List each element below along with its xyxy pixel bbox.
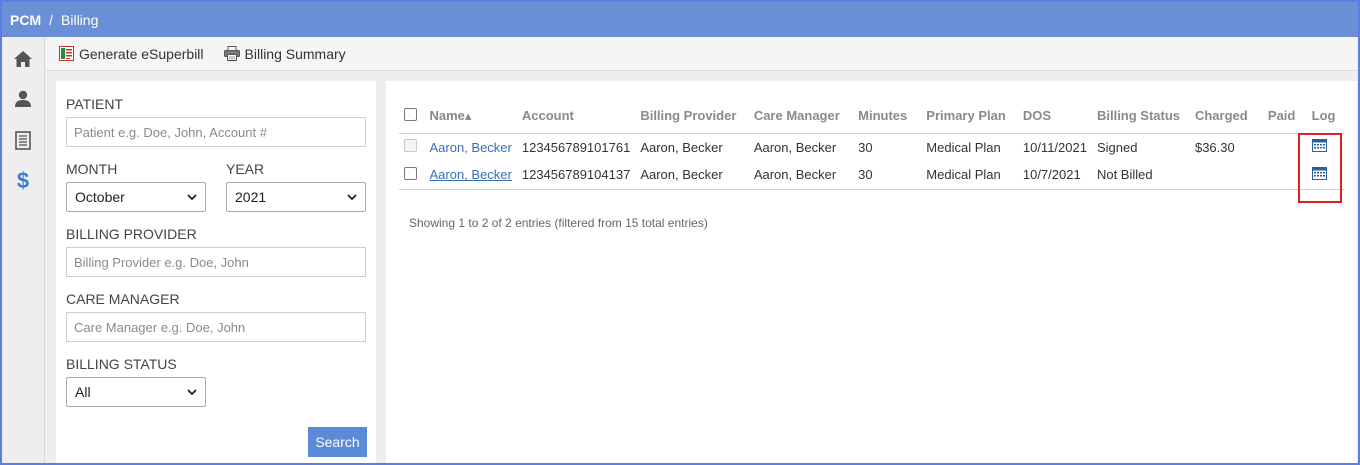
column-header-charged[interactable]: Charged <box>1189 99 1263 134</box>
account-cell: 123456789101761 <box>521 139 631 155</box>
year-label: YEAR <box>226 161 265 177</box>
primary-plan-cell: Medical Plan <box>926 139 1001 155</box>
column-header-dos[interactable]: DOS <box>1017 99 1092 134</box>
top-bar: PCM / Billing <box>2 2 1358 37</box>
charged-cell <box>1189 161 1263 190</box>
chevron-down-icon <box>187 388 197 395</box>
sidebar-item-patients[interactable] <box>10 86 36 112</box>
row-checkbox[interactable] <box>404 166 417 180</box>
minutes-cell: 30 <box>858 139 873 155</box>
care-manager-label: CARE MANAGER <box>66 291 180 307</box>
charged-cell: $36.30 <box>1194 139 1235 155</box>
month-label: MONTH <box>66 161 118 177</box>
column-header-name[interactable]: Name▴ <box>424 99 517 134</box>
care-manager-cell: Aaron, Becker <box>748 161 854 190</box>
sidebar-item-home[interactable] <box>10 46 36 72</box>
search-button[interactable]: Search <box>308 427 367 457</box>
billing-status-cell: Not Billed <box>1091 161 1190 190</box>
column-header-account[interactable]: Account <box>516 99 636 134</box>
generate-esuperbill-label: Generate eSuperbill <box>79 45 204 62</box>
table-row: Aaron, Becker 123456789104137 Aaron, Bec… <box>399 161 1344 190</box>
filter-panel: PATIENT MONTH October YEAR 2021 BILLING … <box>56 81 376 463</box>
column-header-log: Log <box>1306 99 1344 134</box>
column-header-paid[interactable]: Paid <box>1262 99 1307 134</box>
breadcrumb-billing[interactable]: Billing <box>61 12 98 28</box>
billing-status-value: All <box>75 384 91 400</box>
sidebar: $ <box>2 37 45 463</box>
printer-icon <box>223 46 240 61</box>
row-select-cell <box>399 161 425 190</box>
column-header-billing-provider[interactable]: Billing Provider <box>635 99 749 134</box>
app-window: PCM / Billing $ Generate eSuperbill Bill… <box>0 0 1360 465</box>
chevron-down-icon <box>187 193 197 200</box>
toolbar: Generate eSuperbill Billing Summary <box>46 37 1358 71</box>
esuperbill-icon <box>59 46 74 61</box>
user-icon <box>15 90 31 107</box>
billing-provider-input[interactable] <box>66 247 366 277</box>
billing-summary-label: Billing Summary <box>244 45 346 62</box>
billing-summary-button[interactable]: Billing Summary <box>223 45 346 62</box>
table-row: Aaron, Becker 123456789101761 Aaron, Bec… <box>399 133 1344 161</box>
patient-name-link[interactable]: Aaron, Becker <box>429 140 511 155</box>
table-info: Showing 1 to 2 of 2 entries (filtered fr… <box>409 216 708 230</box>
column-header-billing-status[interactable]: Billing Status <box>1091 99 1190 134</box>
column-header-primary-plan[interactable]: Primary Plan <box>921 99 1018 134</box>
row-select-cell <box>399 133 424 161</box>
generate-esuperbill-button[interactable]: Generate eSuperbill <box>59 46 204 62</box>
billing-status-cell: Signed <box>1096 139 1138 155</box>
breadcrumb-separator: / <box>49 11 54 28</box>
billing-table-panel: Name▴ Account Billing Provider Care Mana… <box>386 81 1357 463</box>
month-select[interactable]: October <box>66 182 206 212</box>
patient-name-link[interactable]: Aaron, Becker <box>429 167 511 182</box>
column-header-minutes[interactable]: Minutes <box>853 99 922 134</box>
select-all-cell <box>399 99 425 134</box>
chevron-down-icon <box>347 193 357 200</box>
minutes-cell: 30 <box>853 161 922 190</box>
billing-provider-label: BILLING PROVIDER <box>66 226 197 242</box>
select-all-checkbox[interactable] <box>404 107 417 121</box>
patient-label: PATIENT <box>66 96 124 112</box>
year-value: 2021 <box>235 189 267 205</box>
account-cell: 123456789104137 <box>516 161 636 190</box>
brand-link[interactable]: PCM <box>10 12 41 28</box>
primary-plan-cell: Medical Plan <box>921 161 1018 190</box>
dos-cell: 10/11/2021 <box>1022 139 1087 155</box>
sidebar-item-documents[interactable] <box>10 127 36 153</box>
row-checkbox[interactable] <box>404 139 417 153</box>
year-select[interactable]: 2021 <box>226 182 366 212</box>
month-value: October <box>75 189 125 205</box>
billing-table: Name▴ Account Billing Provider Care Mana… <box>399 99 1344 190</box>
billing-provider-cell: Aaron, Becker <box>635 161 749 190</box>
table-header-row: Name▴ Account Billing Provider Care Mana… <box>399 99 1344 134</box>
dollar-icon: $ <box>16 168 30 193</box>
dos-cell: 10/7/2021 <box>1017 161 1092 190</box>
billing-provider-cell: Aaron, Becker <box>640 139 723 155</box>
log-column-highlight <box>1298 133 1342 203</box>
care-manager-cell: Aaron, Becker <box>753 139 837 155</box>
home-icon <box>14 51 32 67</box>
sidebar-item-billing[interactable]: $ <box>10 168 36 194</box>
care-manager-input[interactable] <box>66 312 366 342</box>
billing-status-label: BILLING STATUS <box>66 356 177 372</box>
document-icon <box>15 130 31 150</box>
billing-status-select[interactable]: All <box>66 377 206 407</box>
column-header-care-manager[interactable]: Care Manager <box>748 99 854 134</box>
patient-search-input[interactable] <box>66 117 366 147</box>
